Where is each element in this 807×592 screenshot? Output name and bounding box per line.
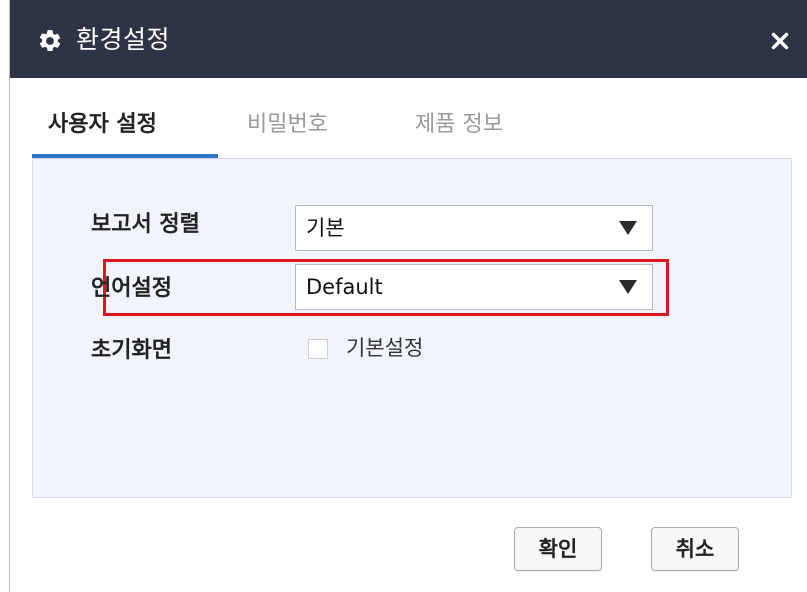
settings-dialog: 환경설정 사용자 설정 비밀번호 제품 정보 보고서 정렬 기본 언어설정 De… bbox=[10, 0, 807, 592]
tab-user-settings[interactable]: 사용자 설정 bbox=[48, 100, 157, 158]
tab-label: 사용자 설정 bbox=[48, 112, 157, 137]
dialog-title: 환경설정 bbox=[76, 25, 171, 54]
close-icon[interactable] bbox=[767, 28, 793, 54]
tab-password[interactable]: 비밀번호 bbox=[247, 100, 328, 158]
confirm-button[interactable]: 확인 bbox=[514, 527, 602, 571]
home-screen-default-label: 기본설정 bbox=[346, 336, 424, 360]
tab-label: 제품 정보 bbox=[415, 112, 503, 137]
gear-icon bbox=[39, 30, 61, 51]
dialog-titlebar: 환경설정 bbox=[10, 0, 807, 78]
report-sort-value: 기본 bbox=[306, 216, 345, 240]
user-settings-panel: 보고서 정렬 기본 언어설정 Default 초기화면 기본설정 bbox=[32, 158, 792, 498]
report-sort-label: 보고서 정렬 bbox=[91, 212, 200, 237]
dropdown-arrow-icon bbox=[619, 280, 637, 294]
dropdown-arrow-icon bbox=[619, 221, 637, 235]
home-screen-default-checkbox[interactable] bbox=[308, 339, 328, 359]
tab-label: 비밀번호 bbox=[247, 112, 328, 137]
cancel-button[interactable]: 취소 bbox=[651, 527, 739, 571]
report-sort-select[interactable]: 기본 bbox=[295, 205, 653, 251]
language-label: 언어설정 bbox=[91, 276, 172, 301]
tab-product-info[interactable]: 제품 정보 bbox=[415, 100, 503, 158]
language-select[interactable]: Default bbox=[295, 264, 653, 310]
language-value: Default bbox=[306, 275, 383, 299]
background-window-edge bbox=[0, 0, 10, 592]
tab-bar: 사용자 설정 비밀번호 제품 정보 bbox=[32, 100, 792, 158]
home-screen-label: 초기화면 bbox=[91, 338, 172, 363]
